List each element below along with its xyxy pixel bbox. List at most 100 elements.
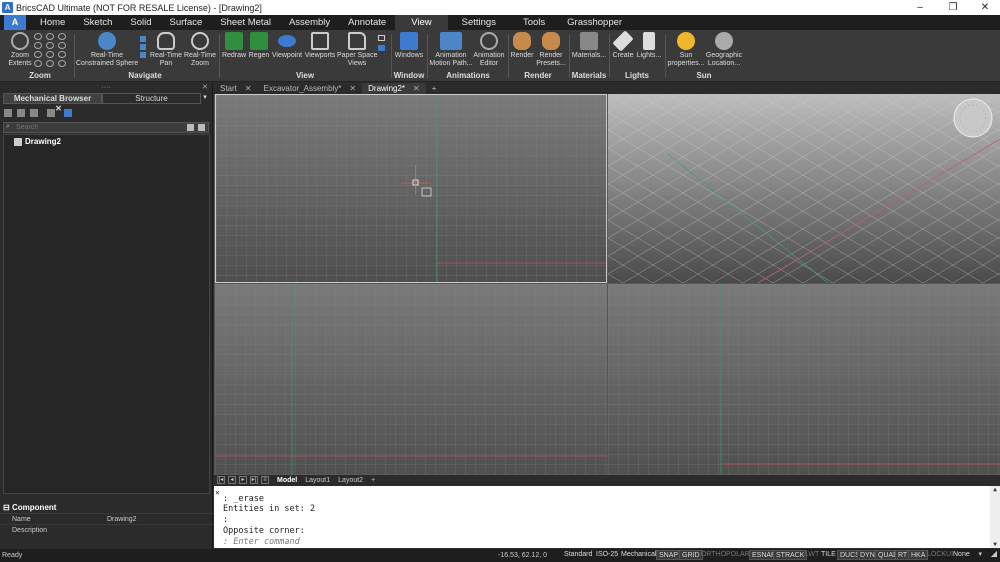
prev-layout-icon[interactable]: ◂ bbox=[228, 476, 236, 484]
panel-grip[interactable]: ···· ✕ bbox=[0, 83, 212, 93]
zoom-realtime-icon[interactable] bbox=[46, 60, 54, 67]
windows-button[interactable]: Windows bbox=[394, 32, 424, 60]
zoom-previous-icon[interactable] bbox=[34, 42, 42, 49]
zoom-fit-icon[interactable] bbox=[58, 60, 66, 67]
search-input[interactable] bbox=[16, 123, 176, 132]
search-up-icon[interactable] bbox=[187, 124, 194, 131]
tab-sheet-metal[interactable]: Sheet Metal bbox=[211, 15, 280, 30]
command-input[interactable] bbox=[223, 537, 823, 547]
close-button[interactable]: ✕ bbox=[970, 0, 1000, 15]
status-toggle-iso-25[interactable]: ISO-25 bbox=[594, 550, 620, 560]
zoom-dynamic-icon[interactable] bbox=[58, 42, 66, 49]
settings-icon[interactable] bbox=[47, 109, 55, 117]
constrained-sphere-button[interactable]: Real-Time Constrained Sphere bbox=[76, 32, 138, 68]
tab-home[interactable]: Home bbox=[31, 15, 74, 30]
status-toggle-mechanical[interactable]: Mechanical bbox=[619, 550, 658, 560]
zoom-object-icon[interactable] bbox=[58, 51, 66, 58]
zoom-out-icon[interactable] bbox=[46, 33, 54, 40]
doc-tab-excavator[interactable]: Excavator_Assembly* ✕ bbox=[258, 83, 363, 94]
status-toggle-snap[interactable]: SNAP bbox=[656, 550, 682, 560]
scroll-up-icon[interactable]: ▲ bbox=[990, 486, 1000, 493]
tab-view[interactable]: View bbox=[395, 15, 448, 30]
lights-button[interactable]: Lights... bbox=[635, 32, 663, 60]
render-button[interactable]: Render bbox=[510, 32, 534, 60]
named-views-tools[interactable] bbox=[378, 35, 386, 51]
status-menu-icon[interactable]: ▾ bbox=[978, 550, 982, 558]
status-toggle-tile[interactable]: TILE bbox=[819, 550, 838, 560]
materials-button[interactable]: Materials... bbox=[571, 32, 607, 60]
tab-solid[interactable]: Solid bbox=[121, 15, 160, 30]
tab-sketch[interactable]: Sketch bbox=[74, 15, 121, 30]
geographic-location-button[interactable]: Geographic Location... bbox=[705, 32, 743, 68]
collapse-toggle-icon[interactable]: ⊟ bbox=[3, 502, 10, 513]
expand-icon[interactable] bbox=[4, 109, 12, 117]
status-toggle-polar[interactable]: POLAR bbox=[724, 550, 752, 560]
zoom-scale-icon[interactable] bbox=[34, 51, 42, 58]
tab-annotate[interactable]: Annotate bbox=[339, 15, 395, 30]
tree-item-root[interactable]: Drawing2 bbox=[14, 137, 61, 146]
minimize-button[interactable]: – bbox=[905, 0, 935, 15]
coordinate-readout[interactable]: -16.53, 62.12, 0 bbox=[498, 552, 547, 559]
collapse-icon[interactable] bbox=[17, 109, 25, 117]
realtime-pan-button[interactable]: Real-Time Pan bbox=[150, 32, 182, 68]
regen-button[interactable]: Regen bbox=[247, 32, 271, 60]
panel-close-icon[interactable]: ✕ bbox=[202, 83, 208, 93]
viewpoint-button[interactable]: Viewpoint bbox=[271, 32, 303, 60]
create-light-button[interactable]: Create bbox=[611, 30, 635, 60]
viewport-top-right[interactable] bbox=[608, 94, 1000, 283]
zoom-all-icon[interactable] bbox=[46, 51, 54, 58]
tab-mechanical-browser[interactable]: Mechanical Browser ✕ bbox=[3, 93, 102, 113]
viewport-top-left[interactable] bbox=[215, 94, 607, 283]
doc-tab-start[interactable]: Start ✕ bbox=[214, 83, 258, 94]
scroll-down-icon[interactable]: ▼ bbox=[990, 541, 1000, 548]
tab-surface[interactable]: Surface bbox=[161, 15, 212, 30]
customize-status-icon[interactable]: ◢ bbox=[991, 549, 997, 558]
description-value[interactable] bbox=[107, 525, 213, 535]
sort-icon[interactable] bbox=[30, 109, 38, 117]
close-icon[interactable]: ✕ bbox=[215, 488, 220, 497]
add-layout-button[interactable]: + bbox=[371, 477, 375, 484]
tab-model[interactable]: Model bbox=[277, 477, 297, 484]
tab-assembly[interactable]: Assembly bbox=[280, 15, 339, 30]
command-scrollbar[interactable]: ▲ ▼ bbox=[990, 486, 1000, 548]
zoom-center-icon[interactable] bbox=[46, 42, 54, 49]
tab-grasshopper[interactable]: Grasshopper bbox=[558, 15, 631, 30]
close-icon[interactable]: ✕ bbox=[245, 83, 252, 94]
search-down-icon[interactable] bbox=[198, 124, 205, 131]
viewport-bottom-right[interactable] bbox=[608, 284, 1000, 475]
animation-motion-path-button[interactable]: Animation Motion Path... bbox=[429, 32, 473, 68]
close-icon[interactable]: ✕ bbox=[413, 83, 420, 94]
viewport-bottom-left[interactable] bbox=[215, 284, 607, 475]
zoom-window-icon[interactable] bbox=[58, 33, 66, 40]
viewports-button[interactable]: Viewports bbox=[303, 32, 337, 60]
realtime-zoom-button[interactable]: Real-Time Zoom bbox=[183, 32, 217, 68]
paper-space-views-button[interactable]: Paper Space Views bbox=[337, 32, 377, 68]
name-value[interactable]: Drawing2 bbox=[107, 514, 213, 524]
last-layout-icon[interactable]: ▸| bbox=[250, 476, 258, 484]
next-layout-icon[interactable]: ▸ bbox=[239, 476, 247, 484]
panel-menu-icon[interactable]: ▾ bbox=[201, 93, 209, 104]
layout-list-icon[interactable]: ≡ bbox=[261, 476, 269, 484]
doc-tab-drawing2[interactable]: Drawing2* ✕ bbox=[362, 83, 426, 94]
render-presets-button[interactable]: Render Presets... bbox=[535, 32, 567, 68]
sun-properties-button[interactable]: Sun properties... bbox=[667, 32, 705, 68]
tab-tools[interactable]: Tools bbox=[510, 15, 558, 30]
zoom-left-icon[interactable] bbox=[34, 60, 42, 67]
first-layout-icon[interactable]: |◂ bbox=[217, 476, 225, 484]
zoom-extents-button[interactable]: Zoom Extents bbox=[6, 32, 34, 68]
tab-layout1[interactable]: Layout1 bbox=[305, 477, 330, 484]
zoom-in-icon[interactable] bbox=[34, 33, 42, 40]
application-menu-button[interactable]: A bbox=[4, 15, 26, 30]
status-toggle-none[interactable]: None bbox=[951, 550, 972, 560]
tab-structure[interactable]: Structure bbox=[102, 93, 201, 104]
close-icon[interactable]: ✕ bbox=[55, 104, 62, 113]
tab-layout2[interactable]: Layout2 bbox=[338, 477, 363, 484]
close-icon[interactable]: ✕ bbox=[349, 83, 356, 94]
restore-button[interactable]: ❐ bbox=[938, 0, 968, 15]
new-tab-button[interactable]: + bbox=[426, 83, 443, 94]
tab-settings[interactable]: Settings bbox=[448, 15, 510, 30]
orbit-options[interactable] bbox=[138, 34, 148, 60]
filter-icon[interactable] bbox=[64, 109, 72, 117]
component-header[interactable]: ⊟ Component bbox=[0, 502, 213, 513]
status-toggle-standard[interactable]: Standard bbox=[562, 550, 594, 560]
